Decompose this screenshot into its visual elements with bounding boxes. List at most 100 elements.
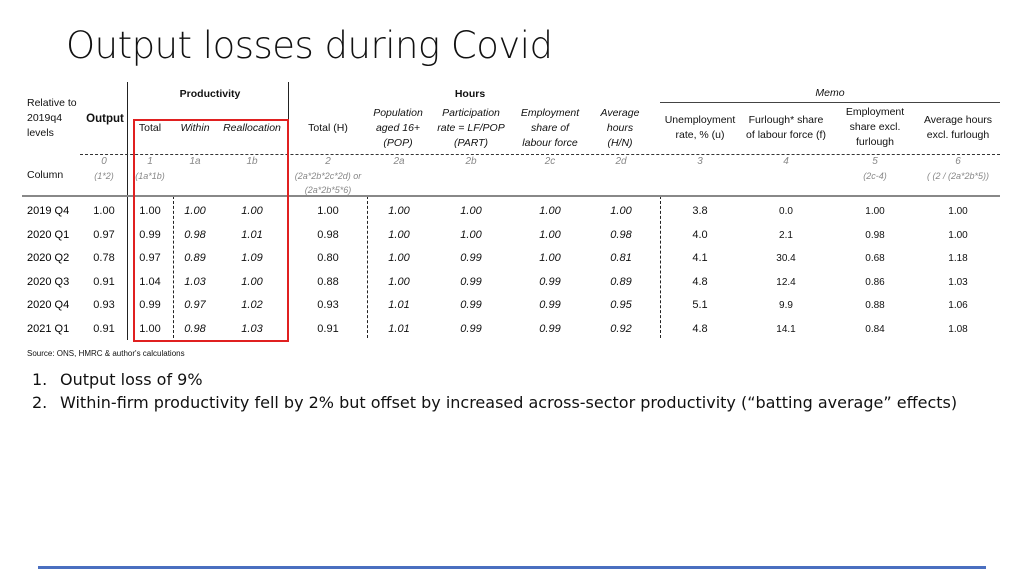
- cell-unemp: 3.8: [692, 205, 708, 217]
- cell-hours_excl: 1.00: [948, 206, 968, 217]
- cell-part: 0.99: [460, 275, 482, 288]
- cell-emp_excl: 0.86: [865, 276, 885, 288]
- column-id-unemp: 3: [655, 155, 745, 169]
- col-header-average-hours: Average hours (H/N): [590, 106, 650, 151]
- cell-part: 1.00: [460, 228, 482, 241]
- column-id: 5: [872, 156, 878, 167]
- cell-avg_hours: 1.00: [610, 205, 632, 217]
- row-period: 2019 Q4: [27, 205, 70, 217]
- bullet-text: Within-firm productivity fell by 2% but …: [60, 393, 958, 412]
- label-line: Employment: [520, 107, 580, 119]
- label-line: furlough: [856, 136, 894, 148]
- cell-hours_total: 0.98: [317, 228, 339, 241]
- label-line: share of: [531, 122, 569, 134]
- label-line: (H/N): [607, 137, 633, 149]
- cell-emp_share: 1.00: [539, 252, 561, 264]
- cell-hours_excl: 1.03: [948, 276, 968, 288]
- col-header-employment-share: Employment share of labour force: [510, 106, 590, 151]
- row-period: 2020 Q3: [27, 275, 70, 288]
- cell-furlough: 0.0: [779, 206, 793, 217]
- column-formula: (2c-4): [863, 171, 887, 181]
- cell-emp_share: 0.99: [539, 299, 561, 311]
- cell-furlough: 9.9: [779, 300, 793, 311]
- column-id-part: 2b: [426, 155, 516, 169]
- source-note: Source: ONS, HMRC & author's calculation…: [27, 349, 185, 358]
- cell-hours_total: 1.00: [317, 205, 339, 217]
- bullet-item: 1. Output loss of 9%: [32, 368, 957, 391]
- col-header-output: Output: [86, 113, 124, 125]
- slide-title: Output losses during Covid: [66, 24, 553, 67]
- cell-unemp: 4.8: [692, 275, 708, 288]
- label-line: Population: [373, 107, 423, 119]
- bullet-item: 2. Within-firm productivity fell by 2% bu…: [32, 391, 957, 414]
- column-id-avg_hours: 2d: [576, 155, 666, 169]
- cell-pop: 1.00: [388, 205, 410, 217]
- cell-pop: 1.00: [388, 228, 410, 241]
- cell-avg_hours: 0.89: [610, 275, 632, 288]
- bullet-number: 2.: [32, 393, 48, 412]
- cell-avg_hours: 0.81: [610, 252, 632, 264]
- label-line: rate = LF/POP: [437, 122, 505, 134]
- cell-part: 0.99: [460, 299, 482, 311]
- cell-hours_excl: 1.08: [948, 323, 968, 335]
- cell-hours_excl: 1.00: [948, 229, 968, 241]
- cell-emp_excl: 0.68: [865, 253, 885, 264]
- row-period: 2021 Q1: [27, 322, 70, 335]
- label-line: of labour force (f): [746, 129, 826, 141]
- label-line: Average: [600, 107, 640, 119]
- label-line: (PART): [453, 137, 489, 149]
- cell-unemp: 5.1: [692, 299, 708, 311]
- column-id-hours_excl: 6 ( (2 / (2a*2b*5)): [913, 155, 1003, 183]
- divider-memo: [660, 196, 661, 338]
- label-line: hours: [606, 122, 634, 134]
- row-header-label: Relative to 2019q4 levels: [27, 97, 77, 139]
- cell-furlough: 14.1: [776, 323, 796, 335]
- group-hours: Hours: [454, 88, 486, 100]
- col-header-employment-excl: Employment share excl. furlough: [835, 105, 915, 150]
- label-line: share excl.: [849, 121, 901, 133]
- cell-unemp: 4.8: [692, 322, 708, 335]
- column-id: 6: [955, 156, 961, 167]
- col-header-participation: Participation rate = LF/POP (PART): [430, 106, 512, 151]
- cell-emp_excl: 0.98: [865, 229, 885, 241]
- cell-hours_total: 0.93: [317, 299, 339, 311]
- col-header-unemployment: Unemployment rate, % (u): [660, 113, 740, 143]
- group-memo: Memo: [815, 87, 845, 99]
- column-formula: (2a*2b*2c*2d) or: [294, 171, 362, 181]
- cell-unemp: 4.1: [692, 252, 708, 264]
- cell-furlough: 30.4: [776, 253, 796, 264]
- bullet-list: 1. Output loss of 9% 2. Within-firm produc…: [32, 368, 957, 414]
- cell-emp_share: 1.00: [539, 228, 561, 241]
- cell-hours_excl: 1.18: [948, 253, 968, 264]
- label-line: aged 16+: [375, 122, 421, 134]
- col-header-hours-excl: Average hours excl. furlough: [915, 113, 1001, 143]
- cell-avg_hours: 0.98: [610, 228, 632, 241]
- cell-pop: 1.00: [388, 252, 410, 264]
- bullet-text: Output loss of 9%: [60, 370, 203, 389]
- cell-pop: 1.01: [388, 299, 410, 311]
- cell-emp_share: 0.99: [539, 322, 561, 335]
- group-productivity: Productivity: [179, 88, 241, 100]
- cell-furlough: 12.4: [776, 276, 796, 288]
- cell-unemp: 4.0: [692, 228, 708, 241]
- cell-emp_share: 0.99: [539, 275, 561, 288]
- column-id: 4: [783, 156, 789, 167]
- column-id: 3: [697, 156, 703, 167]
- row-period: 2020 Q1: [27, 228, 70, 241]
- label-line: labour force: [522, 137, 578, 149]
- label-line: Unemployment: [664, 114, 736, 126]
- cell-avg_hours: 0.95: [610, 299, 632, 311]
- label-line: (POP): [383, 137, 413, 149]
- cell-part: 1.00: [460, 205, 482, 217]
- col-header-hours-total: Total (H): [308, 122, 348, 134]
- label-line: rate, % (u): [675, 129, 725, 141]
- footer-rule: [38, 566, 986, 569]
- cell-hours_excl: 1.06: [948, 300, 968, 311]
- cell-furlough: 2.1: [779, 229, 793, 241]
- column-id-emp_excl: 5 (2c-4): [830, 155, 920, 183]
- cell-pop: 1.01: [388, 322, 410, 335]
- row-period: 2020 Q4: [27, 299, 70, 311]
- cell-emp_excl: 0.84: [865, 323, 885, 335]
- row-period: 2020 Q2: [27, 252, 70, 264]
- cell-emp_excl: 0.88: [865, 300, 885, 311]
